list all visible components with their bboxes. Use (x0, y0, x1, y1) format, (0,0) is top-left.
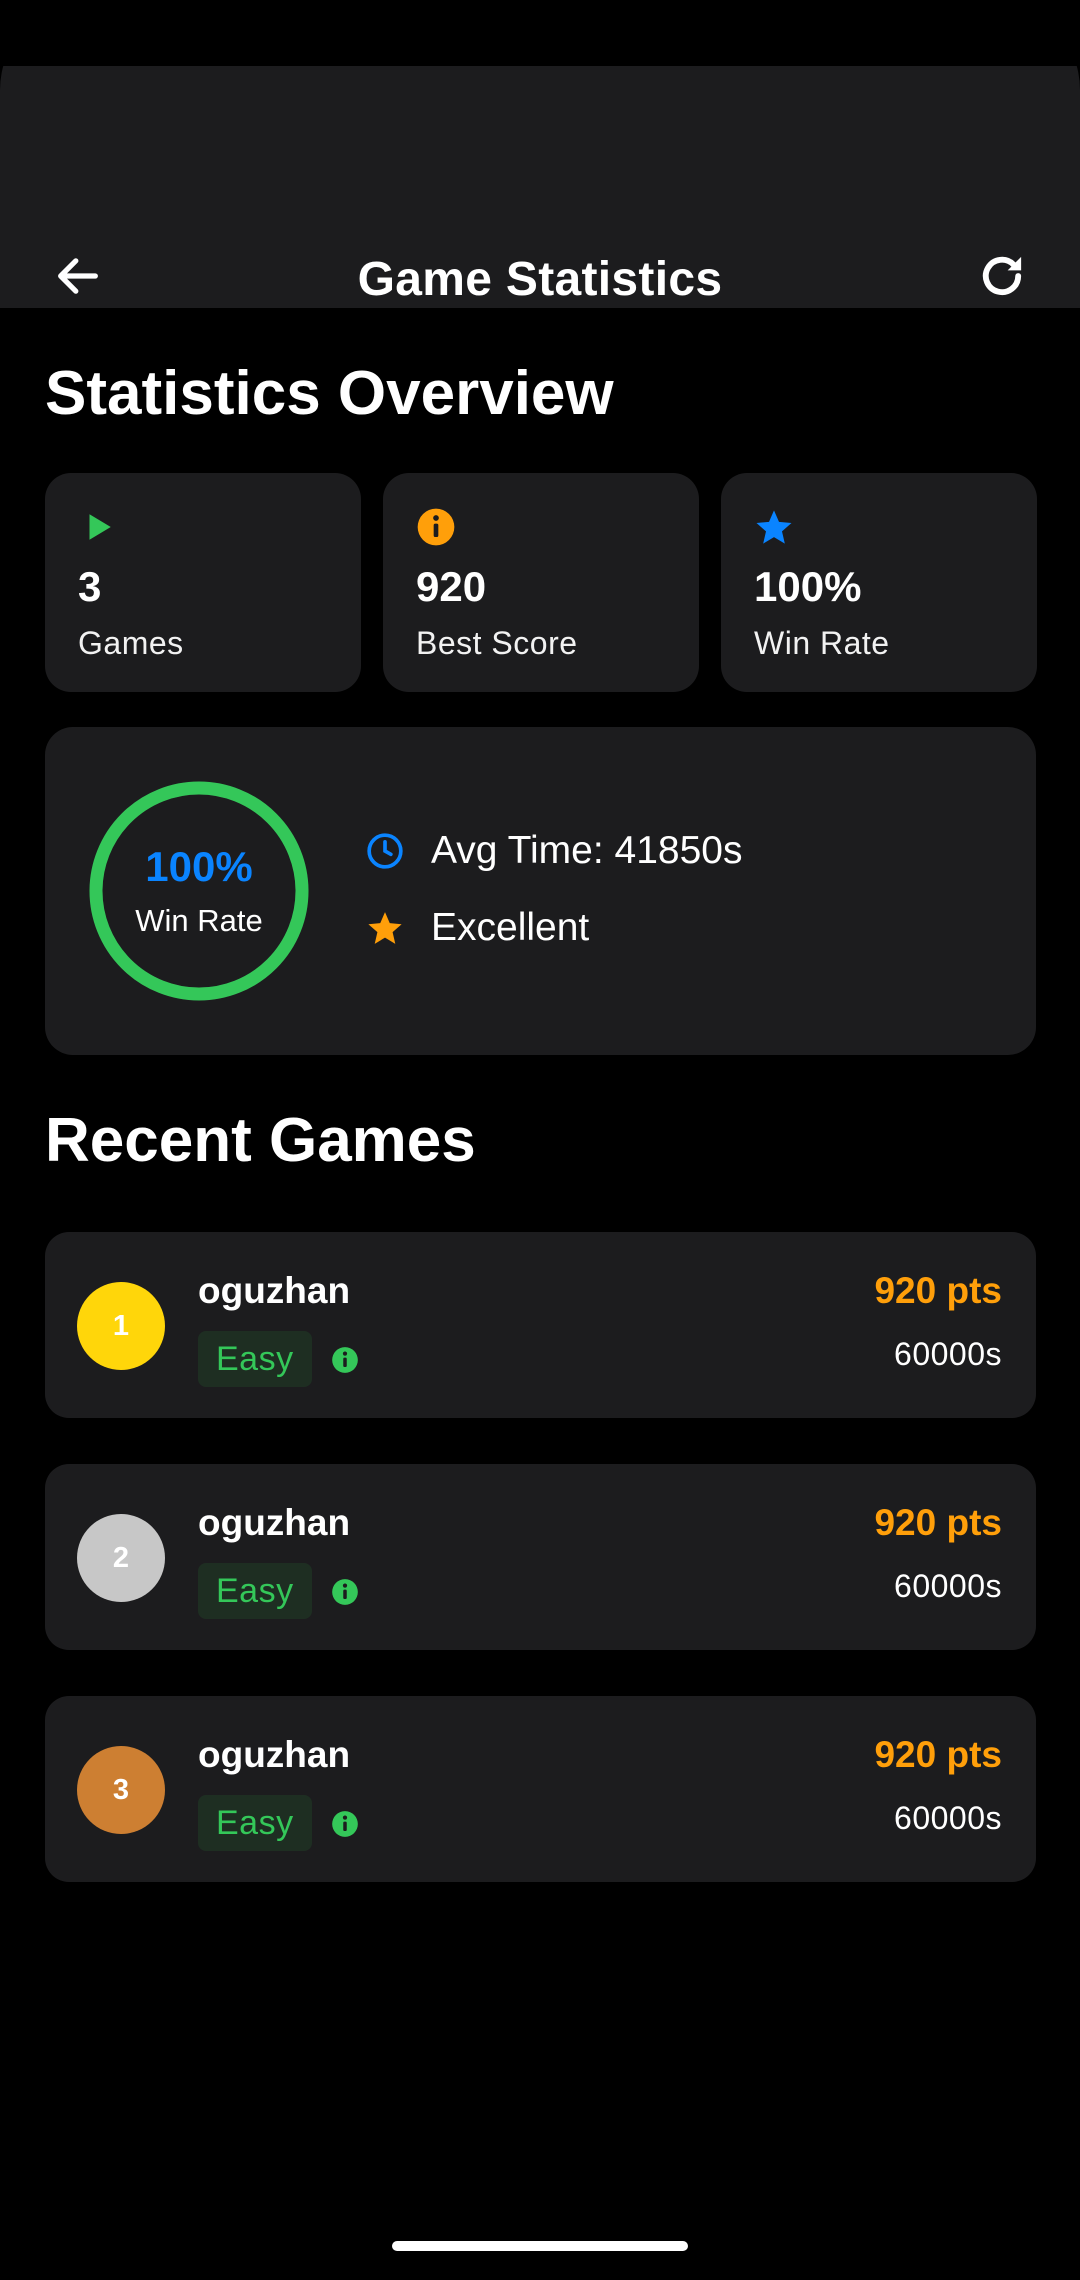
rating-row: Excellent (363, 906, 589, 950)
recent-games-title: Recent Games (45, 1106, 476, 1175)
avg-time-text: Avg Time: 41850s (431, 829, 743, 872)
game-card[interactable]: 1 oguzhan Easy 920 pts 60000s (45, 1232, 1036, 1418)
points: 920 pts (874, 1270, 1002, 1311)
win-rate-ring-progress (89, 781, 309, 1001)
info-icon (416, 507, 456, 547)
screen: Game Statistics Statistics Overview 3 Ga… (0, 0, 1080, 2280)
win-rate-label: Win Rate (135, 903, 263, 938)
rank-badge: 2 (77, 1514, 165, 1602)
player-name: oguzhan (198, 1270, 351, 1311)
player-name: oguzhan (198, 1502, 351, 1543)
rating-text: Excellent (431, 906, 590, 949)
info-icon (332, 1579, 358, 1605)
points: 920 pts (874, 1734, 1002, 1775)
stat-label: Games (78, 625, 184, 661)
win-rate-percent: 100% (145, 843, 253, 890)
game-time: 60000s (894, 1800, 1002, 1836)
info-icon (332, 1811, 358, 1837)
home-indicator[interactable] (392, 2241, 688, 2251)
game-card[interactable]: 2 oguzhan Easy 920 pts 60000s (45, 1464, 1036, 1650)
page-title: Game Statistics (357, 253, 723, 306)
win-rate-ring: 100% Win Rate (87, 779, 311, 1003)
info-icon (332, 1347, 358, 1373)
stat-card-best-score: 920 Best Score (383, 473, 699, 692)
player-name: oguzhan (198, 1734, 351, 1775)
app-bar: Game Statistics (0, 66, 1080, 308)
rank-badge: 1 (77, 1282, 165, 1370)
stat-value: 3 (78, 563, 102, 610)
avg-time-row: Avg Time: 41850s (363, 829, 742, 873)
status-bar (0, 0, 1080, 66)
play-icon (78, 507, 118, 547)
win-rate-card: 100% Win Rate Avg Time: 41850s Excellent (45, 727, 1036, 1055)
stat-card-win-rate: 100% Win Rate (721, 473, 1037, 692)
star-icon (363, 906, 407, 950)
stat-card-games: 3 Games (45, 473, 361, 692)
stat-label: Best Score (416, 625, 578, 661)
game-card[interactable]: 3 oguzhan Easy 920 pts 60000s (45, 1696, 1036, 1882)
overview-title: Statistics Overview (45, 359, 614, 428)
game-time: 60000s (894, 1336, 1002, 1372)
points: 920 pts (874, 1502, 1002, 1543)
refresh-button[interactable] (968, 242, 1036, 310)
rank-badge: 3 (77, 1746, 165, 1834)
stat-label: Win Rate (754, 625, 890, 661)
game-time: 60000s (894, 1568, 1002, 1604)
difficulty-badge: Easy (198, 1795, 312, 1851)
difficulty-badge: Easy (198, 1331, 312, 1387)
stat-value: 100% (754, 563, 862, 610)
clock-icon (363, 829, 407, 873)
star-icon (754, 507, 794, 547)
refresh-icon (982, 256, 1022, 296)
difficulty-badge: Easy (198, 1563, 312, 1619)
stat-value: 920 (416, 563, 487, 610)
